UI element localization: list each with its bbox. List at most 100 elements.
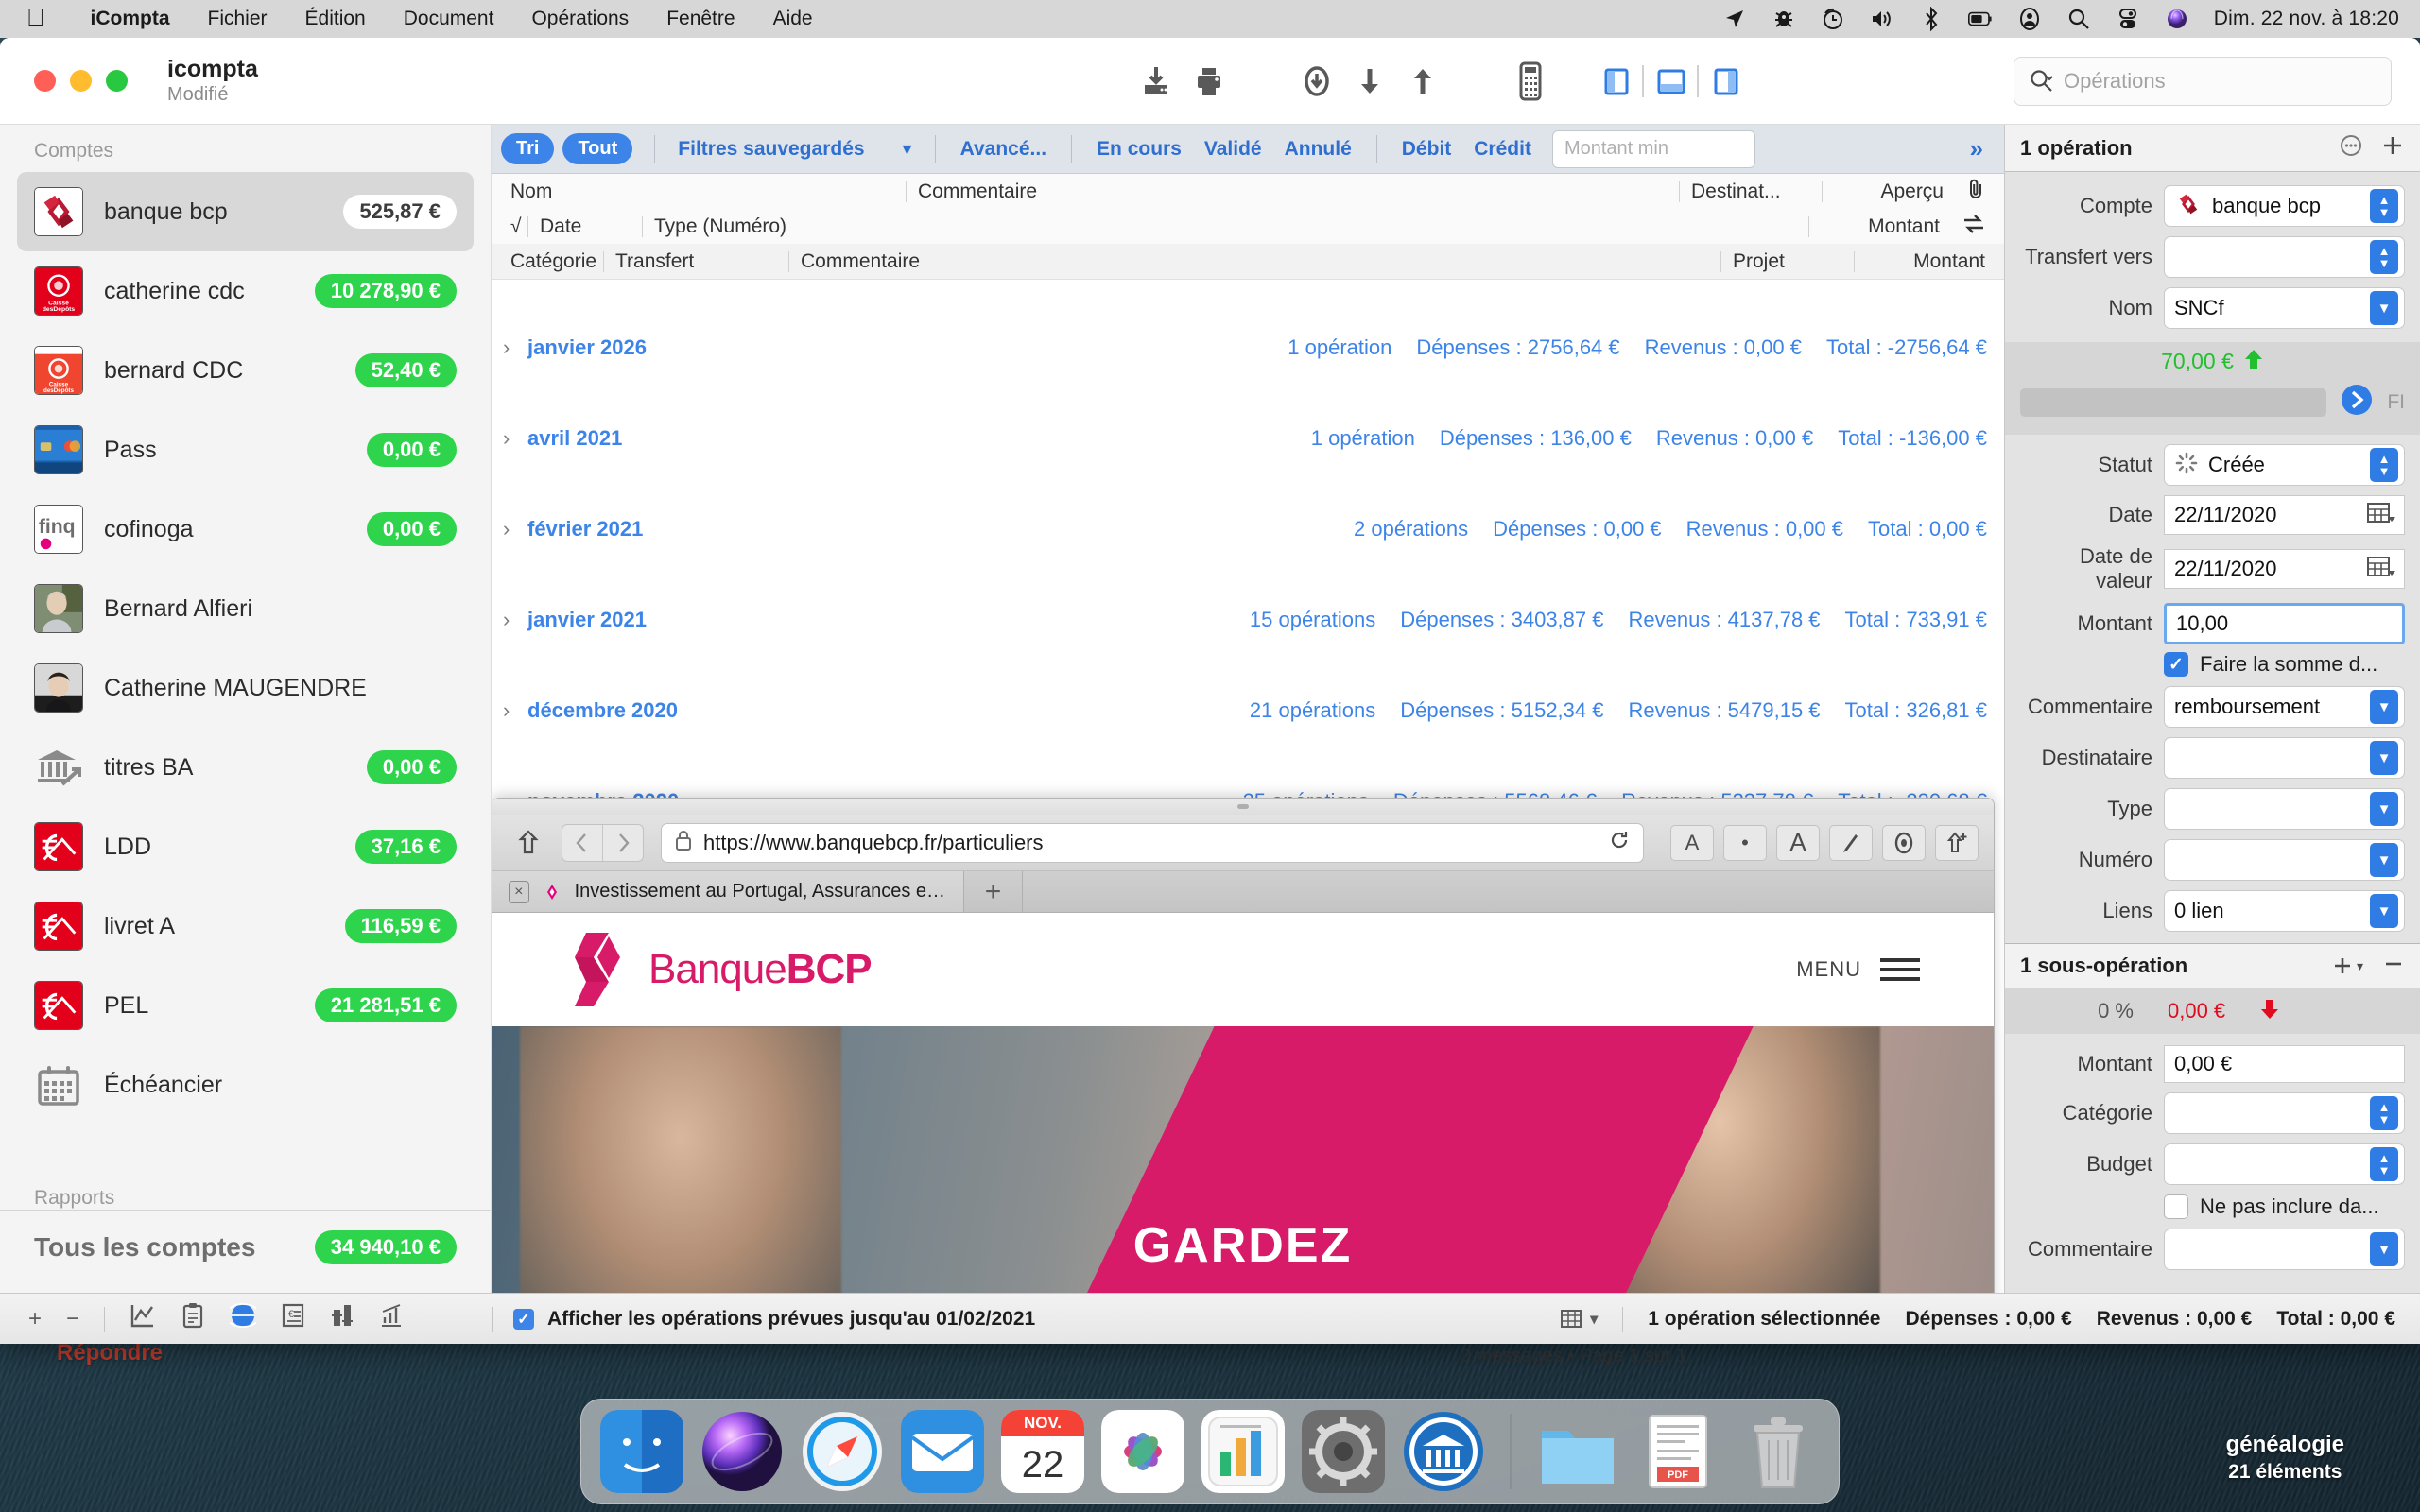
time-machine-icon[interactable] xyxy=(1821,7,1845,31)
column-check[interactable]: √ xyxy=(499,215,527,238)
dock-item-numbers[interactable] xyxy=(1201,1410,1285,1493)
layout-left-icon[interactable] xyxy=(1589,55,1642,108)
menu-item-aide[interactable]: Aide xyxy=(754,8,832,30)
dock-item-mail[interactable] xyxy=(901,1410,984,1493)
calculator-icon[interactable] xyxy=(1504,55,1557,108)
close-icon[interactable]: × xyxy=(509,881,529,903)
nom-combo[interactable]: SNCf ▼ xyxy=(2164,287,2405,329)
chart-line-icon[interactable] xyxy=(130,1302,156,1335)
stepper-icon[interactable]: ▲▼ xyxy=(2370,448,2398,482)
all-pill-button[interactable]: Tout xyxy=(562,133,632,164)
reader-dot-icon[interactable]: • xyxy=(1723,825,1767,861)
chevron-down-icon[interactable]: ▼ xyxy=(2370,792,2398,826)
column-date[interactable]: Date xyxy=(528,215,642,238)
menu-item-operations[interactable]: Opérations xyxy=(512,8,648,30)
dock-item-downloads-folder[interactable] xyxy=(1536,1410,1619,1493)
date-field[interactable]: 22/11/2020 xyxy=(2164,495,2405,535)
sidebar-total-row[interactable]: Tous les comptes 34 940,10 € xyxy=(0,1210,491,1283)
stepper-icon[interactable]: ▲▼ xyxy=(2370,240,2398,274)
chevron-down-icon[interactable]: ▼ xyxy=(2370,690,2398,724)
minimize-button[interactable] xyxy=(70,70,92,92)
markup-pen-icon[interactable] xyxy=(1829,825,1873,861)
chevron-down-icon[interactable]: ▼ xyxy=(2370,843,2398,877)
sidebar-item-cofinoga[interactable]: finq cofinoga 0,00 € xyxy=(17,490,474,569)
liens-combo[interactable]: 0 lien ▼ xyxy=(2164,890,2405,932)
checkbox-faire-somme[interactable]: ✓ xyxy=(2164,652,2188,677)
filter-en-cours[interactable]: En cours xyxy=(1085,138,1193,161)
column-sub-montant[interactable]: Montant xyxy=(1855,250,1996,273)
sidebar-item-pel[interactable]: PEL 21 281,51 € xyxy=(17,966,474,1045)
layout-bottom-icon[interactable] xyxy=(1644,55,1697,108)
checkbox-forecast[interactable]: ✓ xyxy=(513,1309,534,1330)
column-sub-commentaire[interactable]: Commentaire xyxy=(789,250,1720,273)
volume-icon[interactable] xyxy=(1870,7,1894,31)
checkbox-ne-pas-inclure[interactable] xyxy=(2164,1194,2188,1219)
double-chevron-right-icon[interactable]: » xyxy=(1959,134,1995,163)
dock-item-siri[interactable] xyxy=(700,1410,784,1493)
sidebar-item-banque-bcp[interactable]: banque bcp 525,87 € xyxy=(17,172,474,251)
sub-commentaire-combo[interactable]: ▼ xyxy=(2164,1228,2405,1270)
chevron-right-icon[interactable]: › xyxy=(503,335,527,360)
safari-resize-handle[interactable] xyxy=(492,799,1994,815)
chevron-right-circle-icon[interactable] xyxy=(2338,381,2376,423)
suboperation-summary-row[interactable]: 0 % 0,00 € xyxy=(2005,988,2420,1034)
hamburger-menu-icon[interactable] xyxy=(1880,958,1920,981)
chevron-right-icon[interactable]: › xyxy=(503,608,527,632)
sidebar-item-bernard-cdc[interactable]: CaissedesDépôts bernard CDC 52,40 € xyxy=(17,331,474,410)
sort-pill-button[interactable]: Tri xyxy=(501,133,554,164)
saved-filters-dropdown[interactable]: Filtres sauvegardés ▾ xyxy=(668,137,921,161)
add-operation-button[interactable]: + xyxy=(28,1306,42,1332)
dock-item-finder[interactable] xyxy=(600,1410,683,1493)
filter-valide[interactable]: Validé xyxy=(1193,138,1273,161)
siri-icon[interactable] xyxy=(2165,7,2189,31)
invoice-icon[interactable]: € xyxy=(281,1302,305,1335)
back-icon[interactable] xyxy=(562,825,602,861)
menu-item-edition[interactable]: Édition xyxy=(286,8,385,30)
paperclip-icon[interactable] xyxy=(1955,179,1996,205)
stepper-icon[interactable]: ▲▼ xyxy=(2370,1147,2398,1181)
commentaire-combo[interactable]: remboursement ▼ xyxy=(2164,686,2405,728)
battery-icon[interactable] xyxy=(1968,7,1993,31)
sidebar-item-pass[interactable]: Pass 0,00 € xyxy=(17,410,474,490)
grid-dropdown-icon[interactable]: ▾ xyxy=(1560,1308,1598,1331)
sidebar-item-ldd[interactable]: LDD 37,16 € xyxy=(17,807,474,886)
new-tab-button[interactable]: + xyxy=(964,871,1023,912)
compte-popup[interactable]: banque bcp ▲▼ xyxy=(2164,185,2405,227)
layout-right-icon[interactable] xyxy=(1699,55,1752,108)
menu-bar-clock[interactable]: Dim. 22 nov. à 18:20 xyxy=(2214,8,2399,30)
chevron-right-icon[interactable]: › xyxy=(503,426,527,451)
calendar-picker-icon[interactable] xyxy=(2366,501,2398,530)
bar-chart-icon[interactable] xyxy=(379,1302,404,1335)
compare-icon[interactable] xyxy=(330,1302,354,1335)
menu-item-fichier[interactable]: Fichier xyxy=(189,8,286,30)
column-categorie[interactable]: Catégorie xyxy=(499,250,603,273)
dock-item-pdf-document[interactable]: PDF xyxy=(1636,1410,1720,1493)
chevron-down-icon[interactable]: ▼ xyxy=(2370,1232,2398,1266)
remove-operation-button[interactable]: − xyxy=(66,1306,79,1332)
numero-combo[interactable]: ▼ xyxy=(2164,839,2405,881)
column-nom[interactable]: Nom xyxy=(499,180,906,203)
chevron-down-icon[interactable]: ▼ xyxy=(2370,741,2398,775)
table-row[interactable]: › février 2021 2 opérations Dépenses : 0… xyxy=(492,507,2004,552)
location-arrow-icon[interactable] xyxy=(1722,7,1747,31)
user-account-icon[interactable] xyxy=(2017,7,2042,31)
column-montant[interactable]: Montant xyxy=(1809,215,1951,238)
globe-icon[interactable] xyxy=(230,1302,256,1335)
stepper-icon[interactable]: ▲▼ xyxy=(2370,189,2398,223)
download-arrow-icon[interactable] xyxy=(1343,55,1396,108)
clipboard-icon[interactable] xyxy=(181,1302,205,1335)
forward-icon[interactable] xyxy=(603,825,643,861)
column-type-numero[interactable]: Type (Numéro) xyxy=(643,215,1808,238)
new-tab-icon[interactable] xyxy=(1935,825,1979,861)
dock-item-trash[interactable] xyxy=(1737,1410,1820,1493)
forecast-option[interactable]: ✓ Afficher les opérations prévues jusqu'… xyxy=(493,1308,1056,1331)
filter-debit[interactable]: Débit xyxy=(1391,138,1463,161)
amount-min-input[interactable]: Montant min xyxy=(1552,130,1755,168)
bug-icon[interactable] xyxy=(1772,7,1796,31)
column-projet[interactable]: Projet xyxy=(1721,250,1854,273)
dock-item-settings[interactable] xyxy=(1302,1410,1385,1493)
transfert-popup[interactable]: ▲▼ xyxy=(2164,236,2405,278)
chevron-down-icon[interactable]: ▼ xyxy=(2370,291,2398,325)
chevron-right-icon[interactable]: › xyxy=(503,517,527,541)
menu-item-fenetre[interactable]: Fenêtre xyxy=(648,8,753,30)
